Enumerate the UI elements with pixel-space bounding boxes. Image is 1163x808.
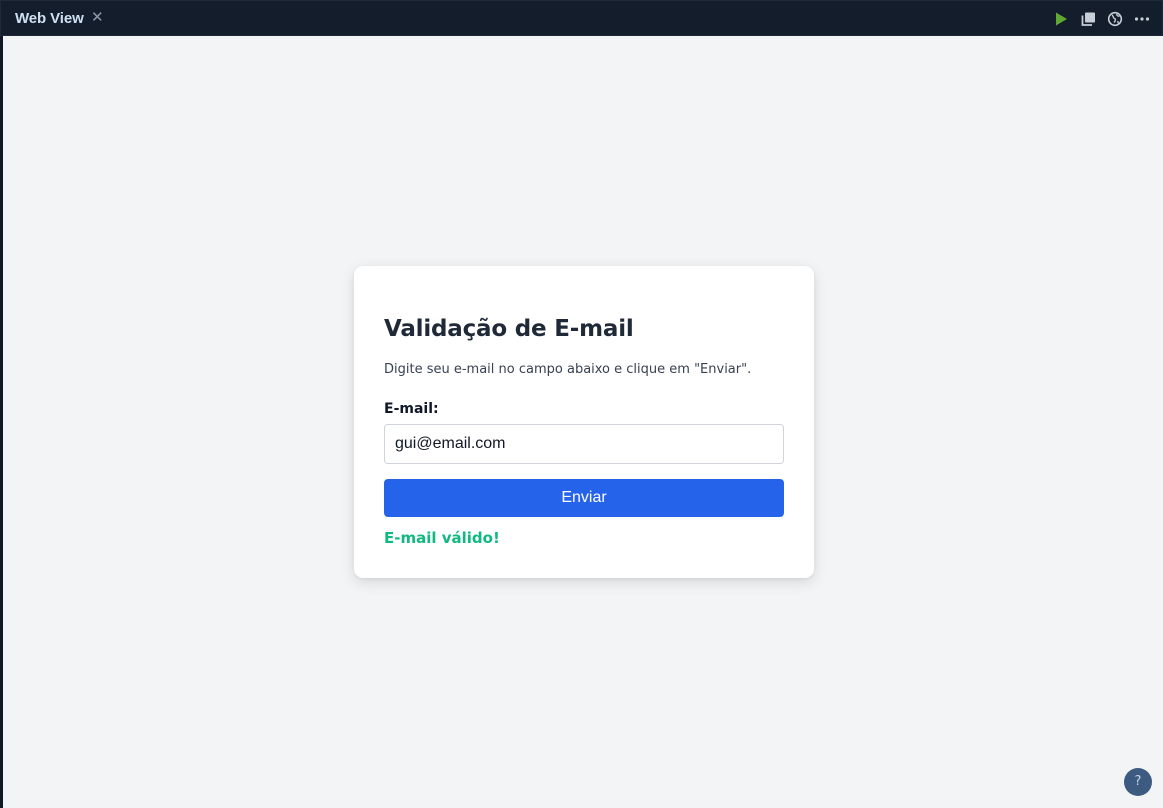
page-title: Validação de E-mail — [384, 316, 634, 342]
globe-icon[interactable] — [1107, 11, 1123, 27]
tab-title[interactable]: Web View — [15, 10, 84, 27]
play-icon[interactable] — [1053, 11, 1069, 27]
close-icon[interactable]: ✕ — [91, 8, 104, 26]
tab-actions — [1042, 11, 1150, 27]
validation-result-message: E-mail válido! — [384, 529, 500, 547]
web-view-content: Validação de E-mail Digite seu e-mail no… — [3, 36, 1163, 808]
help-button[interactable]: ? — [1124, 768, 1152, 796]
tab-bar: Web View ✕ — [0, 0, 1163, 36]
instructions-text: Digite seu e-mail no campo abaixo e cliq… — [384, 362, 752, 377]
copy-icon[interactable] — [1080, 11, 1096, 27]
email-validation-card: Validação de E-mail Digite seu e-mail no… — [354, 266, 814, 578]
email-field[interactable] — [384, 424, 784, 464]
more-options-icon[interactable] — [1134, 11, 1150, 27]
submit-button[interactable]: Enviar — [384, 479, 784, 517]
email-label: E-mail: — [384, 401, 439, 417]
